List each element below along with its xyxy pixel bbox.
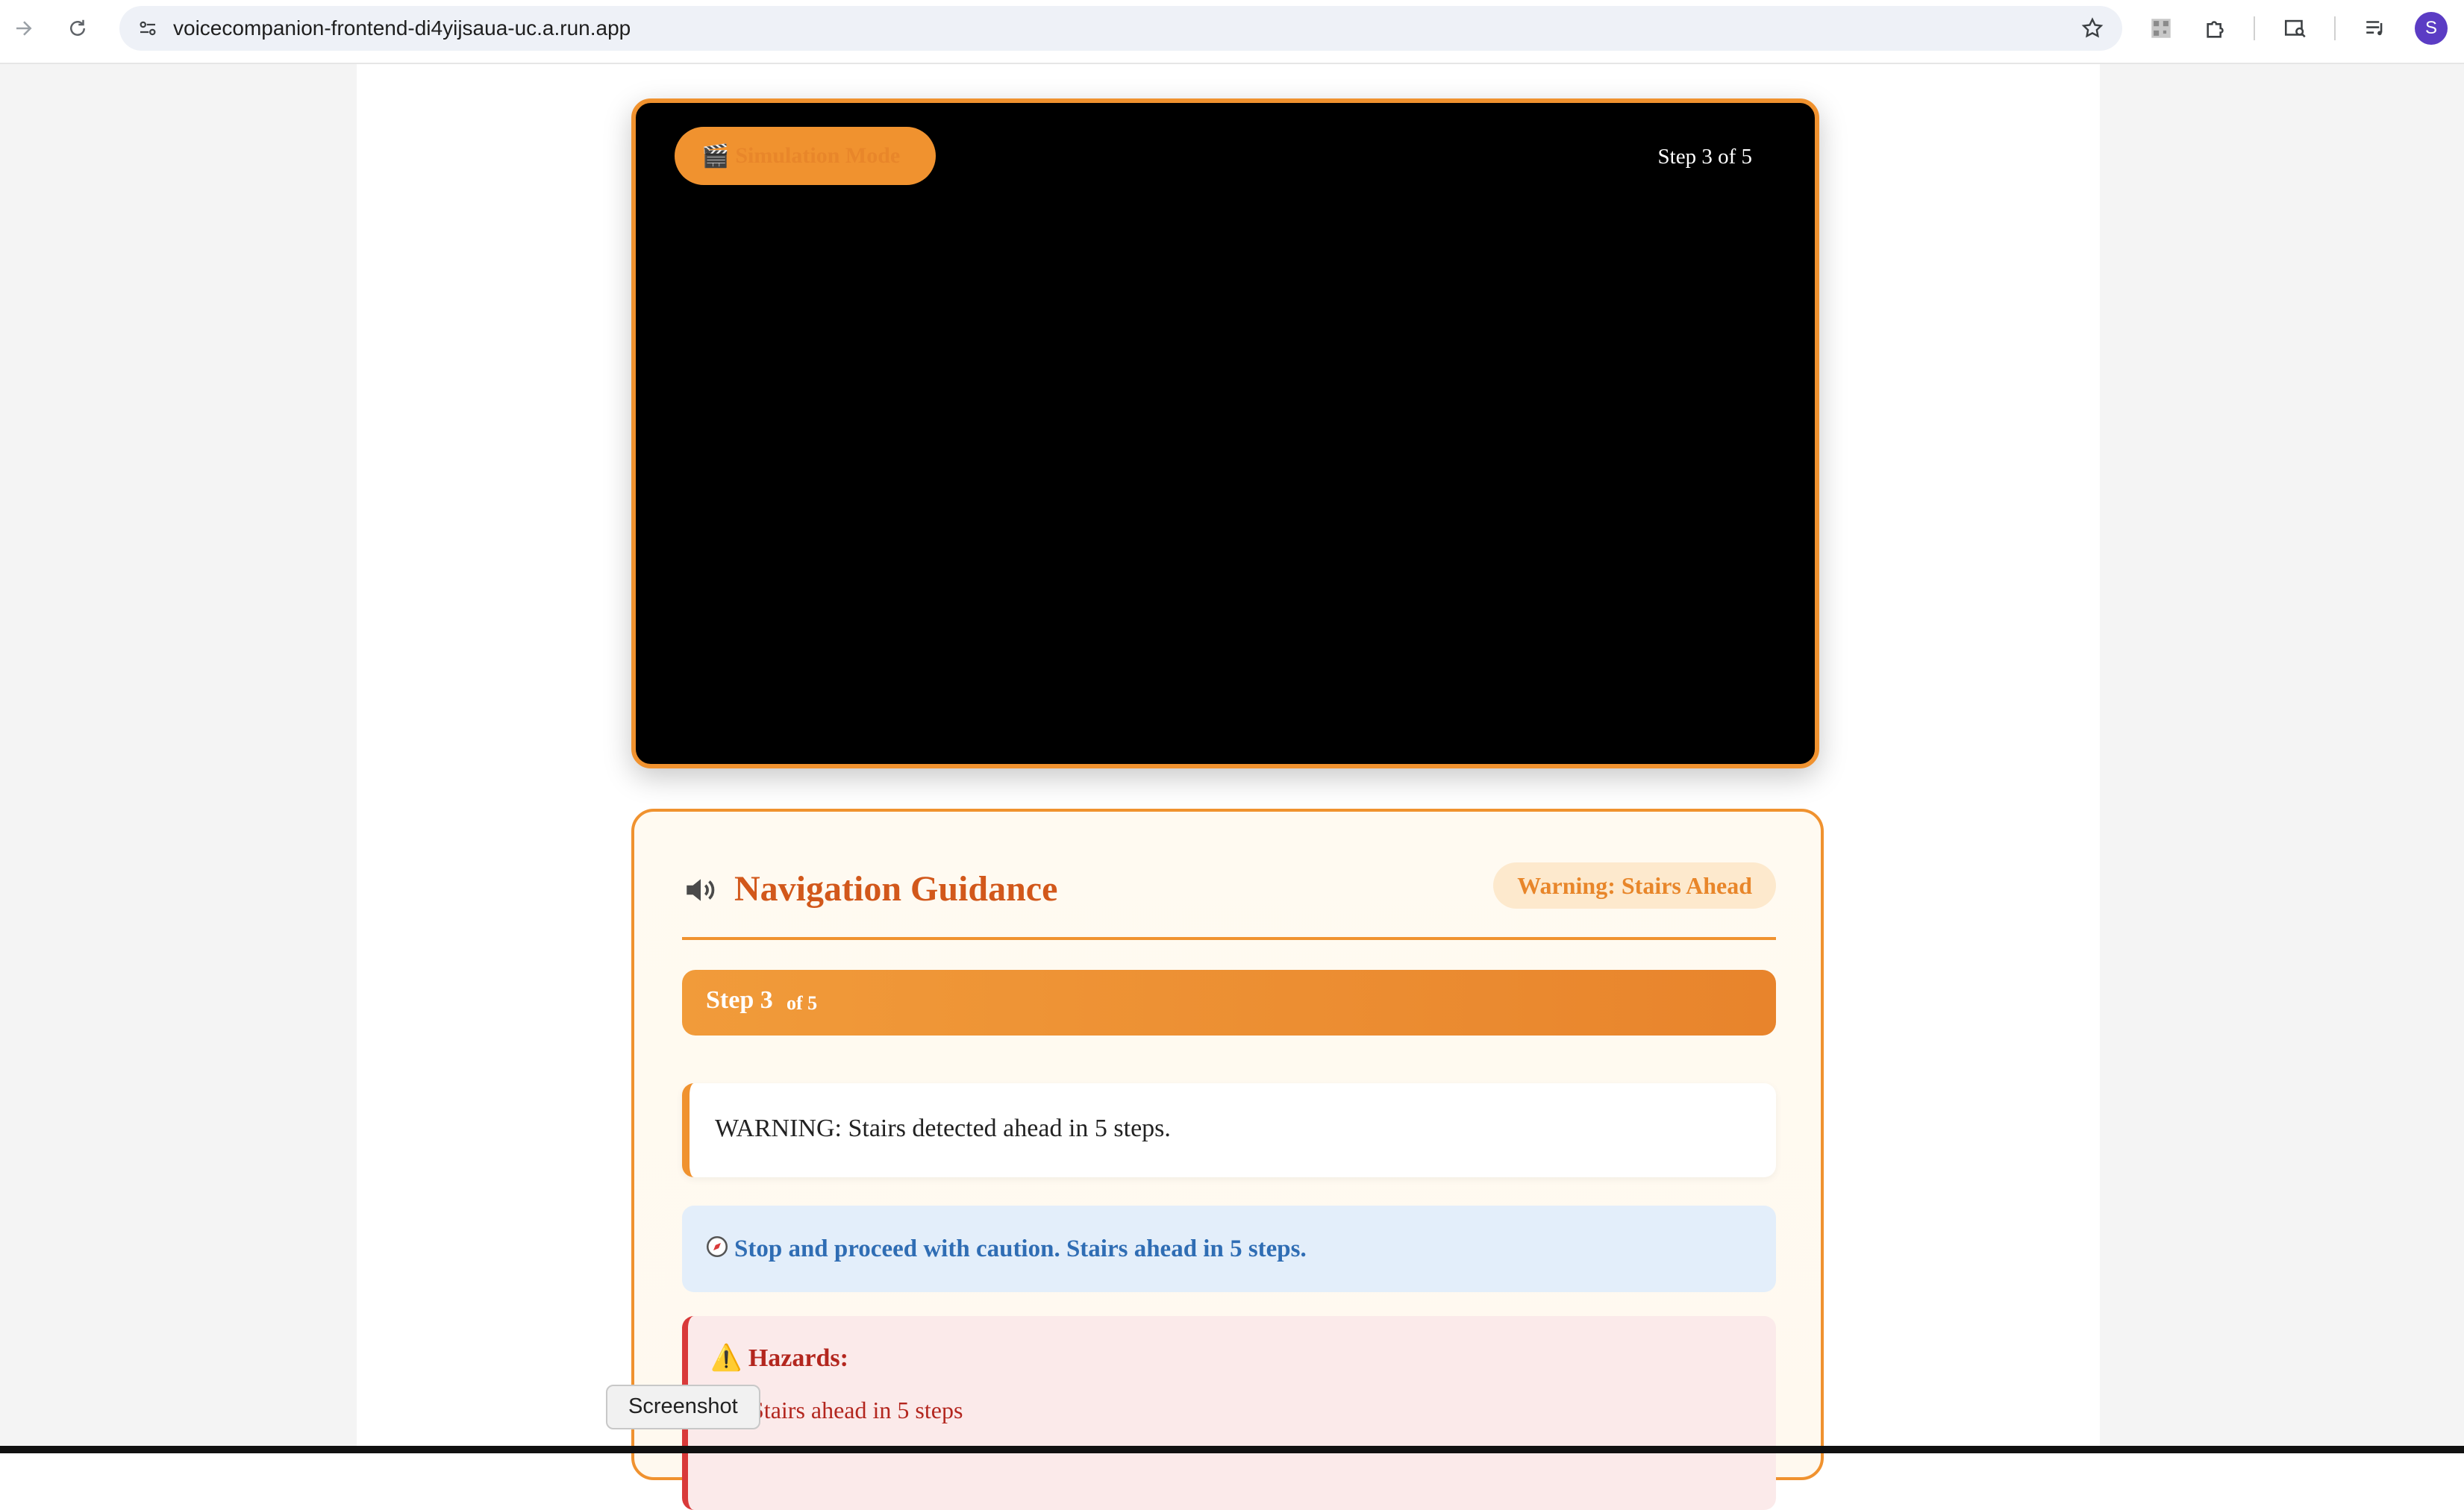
hazards-heading: ⚠️ Hazards: <box>710 1343 848 1373</box>
instruction-text: Stop and proceed with caution. Stairs ah… <box>734 1235 1307 1262</box>
forward-button[interactable] <box>7 12 40 45</box>
address-bar[interactable]: voicecompanion-frontend-di4yijsaua-uc.a.… <box>119 6 2122 51</box>
video-step-indicator: Step 3 of 5 <box>1657 145 1752 169</box>
hazards-title: Hazards: <box>748 1344 848 1372</box>
media-control-button[interactable] <box>2358 10 2394 46</box>
site-info-button[interactable] <box>133 13 163 43</box>
profile-avatar[interactable]: S <box>2415 12 2448 45</box>
toolbar-separator <box>2334 16 2336 40</box>
tab-search-icon <box>2284 19 2306 38</box>
bookmark-star-icon <box>2081 17 2104 38</box>
card-header: Navigation Guidance Warning: Stairs Ahea… <box>682 862 1776 940</box>
extensions-button[interactable] <box>2198 10 2234 46</box>
extension-qr-icon <box>2151 19 2171 38</box>
site-info-icon <box>140 21 156 36</box>
window-bottom-edge <box>0 1446 2464 1453</box>
camera-video-feed: 🎬 Simulation Mode Step 3 of 5 <box>631 98 1819 768</box>
guidance-message-box: WARNING: Stairs detected ahead in 5 step… <box>682 1083 1776 1177</box>
step-total: of 5 <box>787 992 818 1014</box>
clapper-board-icon: 🎬 <box>701 143 730 169</box>
warning-badge: Warning: Stairs Ahead <box>1493 862 1776 909</box>
warning-icon: ⚠️ <box>710 1344 742 1372</box>
tab-search-button[interactable] <box>2277 10 2313 46</box>
hazard-item: Stairs ahead in 5 steps <box>751 1397 963 1423</box>
reload-button[interactable] <box>61 12 94 45</box>
bookmark-star-button[interactable] <box>2076 12 2109 45</box>
extension-button[interactable] <box>2143 10 2179 46</box>
media-control-icon <box>2366 21 2383 36</box>
forward-icon <box>16 21 32 36</box>
card-title: Navigation Guidance <box>734 869 1058 909</box>
extensions-puzzle-icon <box>2207 21 2224 38</box>
browser-toolbar: voicecompanion-frontend-di4yijsaua-uc.a.… <box>0 0 2464 64</box>
simulation-mode-badge[interactable]: 🎬 Simulation Mode <box>675 127 936 185</box>
toolbar-separator <box>2254 16 2255 40</box>
simulation-mode-label: Simulation Mode <box>735 143 901 168</box>
url-text[interactable]: voicecompanion-frontend-di4yijsaua-uc.a.… <box>173 6 631 51</box>
navigation-guidance-card: Navigation Guidance Warning: Stairs Ahea… <box>631 809 1824 1510</box>
compass-icon <box>706 1235 728 1258</box>
screenshot-tooltip: Screenshot <box>606 1385 760 1429</box>
step-current: Step 3 <box>706 986 773 1014</box>
instruction-box: Stop and proceed with caution. Stairs ah… <box>682 1206 1776 1292</box>
step-progress-bar: Step 3 of 5 <box>682 970 1776 1036</box>
reload-icon <box>70 19 85 36</box>
speaker-icon <box>687 879 715 901</box>
guidance-message: WARNING: Stairs detected ahead in 5 step… <box>715 1115 1171 1142</box>
instruction-line: Stop and proceed with caution. Stairs ah… <box>704 1234 1307 1263</box>
hazards-box: ⚠️ Hazards: Stairs ahead in 5 steps <box>682 1316 1776 1510</box>
